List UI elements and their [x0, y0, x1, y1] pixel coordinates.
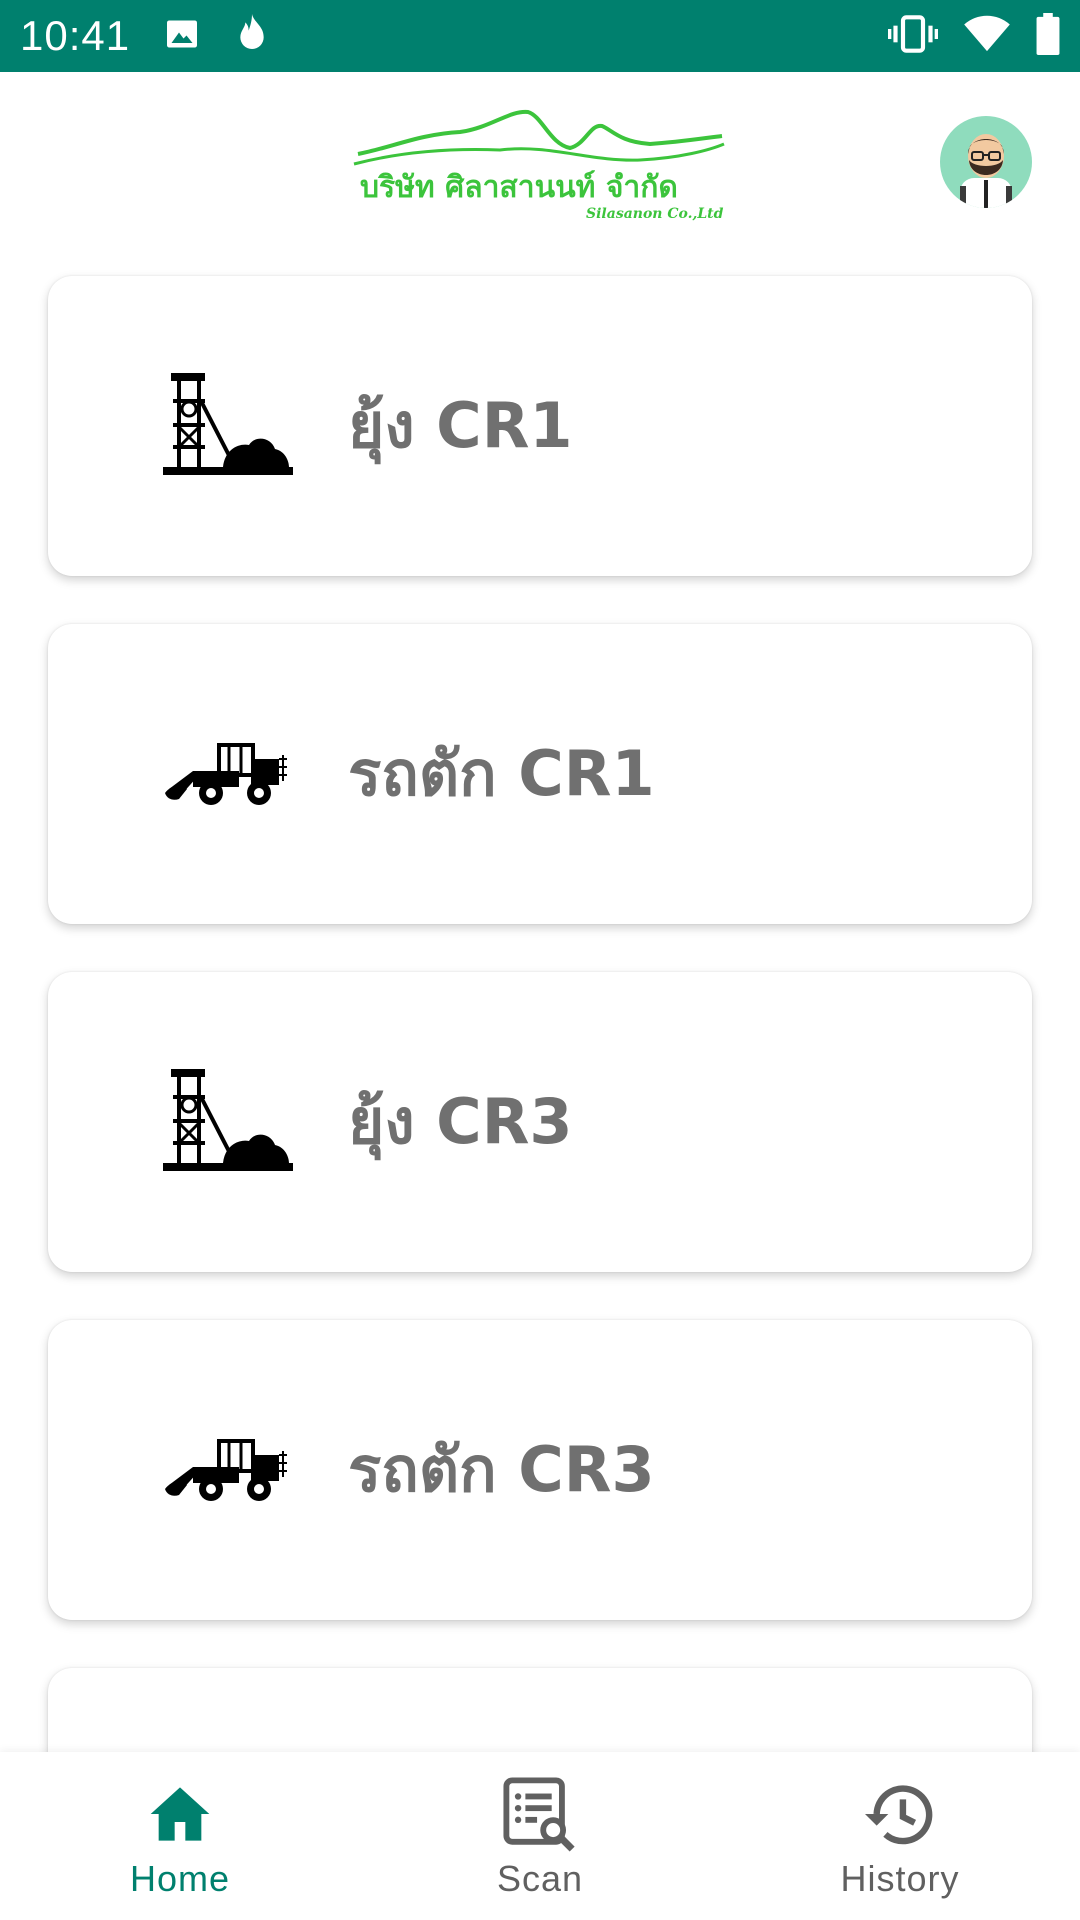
- card-label: ยุ้ง CR3: [348, 1085, 573, 1158]
- mine-tower-icon: [163, 1067, 293, 1177]
- vibrate-icon: [888, 14, 938, 58]
- card-list: ยุ้ง CR1 รถตัก CR1 ยุ้ง CR3 รถตัก CR3: [0, 252, 1080, 1752]
- nav-label: History: [840, 1858, 960, 1899]
- card-label: ยุ้ง CR1: [348, 389, 573, 462]
- nav-history[interactable]: History: [750, 1752, 1050, 1920]
- status-bar: 10:41: [0, 0, 1080, 72]
- status-right-icons: [888, 13, 1060, 59]
- card-label: รถตัก CR3: [348, 1433, 655, 1506]
- avatar[interactable]: [940, 116, 1032, 208]
- wheel-loader-icon: [163, 1415, 293, 1525]
- card-label: รถตัก CR1: [348, 737, 655, 810]
- wifi-icon: [964, 15, 1010, 57]
- card-loader-cr3[interactable]: รถตัก CR3: [48, 1320, 1032, 1620]
- wheel-loader-icon: [163, 719, 293, 829]
- card-silo-cr1[interactable]: ยุ้ง CR1: [48, 276, 1032, 576]
- bottom-nav: Home Scan History: [0, 1752, 1080, 1920]
- logo-subtext: Silasanon Co.,Ltd: [586, 206, 724, 222]
- scan-list-icon: [500, 1774, 580, 1854]
- card-partial[interactable]: [48, 1668, 1032, 1752]
- home-icon: [140, 1774, 220, 1854]
- logo-text: บริษัท ศิลาสานนท์ จำกัด: [360, 170, 678, 205]
- nav-label: Scan: [496, 1858, 584, 1899]
- status-left-icons: [164, 12, 272, 60]
- status-time: 10:41: [20, 12, 131, 59]
- card-silo-cr3[interactable]: ยุ้ง CR3: [48, 972, 1032, 1272]
- nav-scan[interactable]: Scan: [390, 1752, 690, 1920]
- mine-tower-icon: [163, 371, 293, 481]
- company-logo: บริษัท ศิลาสานนท์ จำกัด Silasanon Co.,Lt…: [350, 104, 730, 234]
- card-loader-cr1[interactable]: รถตัก CR1: [48, 624, 1032, 924]
- history-icon: [860, 1774, 940, 1854]
- header: บริษัท ศิลาสานนท์ จำกัด Silasanon Co.,Lt…: [0, 72, 1080, 252]
- flame-icon: [232, 12, 272, 60]
- image-icon: [164, 16, 200, 56]
- nav-home[interactable]: Home: [30, 1752, 330, 1920]
- battery-icon: [1036, 13, 1060, 59]
- nav-label: Home: [129, 1858, 231, 1899]
- screen: 10:41 บริษัท ศิลาสานนท์ จำกัด Silasanon …: [0, 0, 1080, 1920]
